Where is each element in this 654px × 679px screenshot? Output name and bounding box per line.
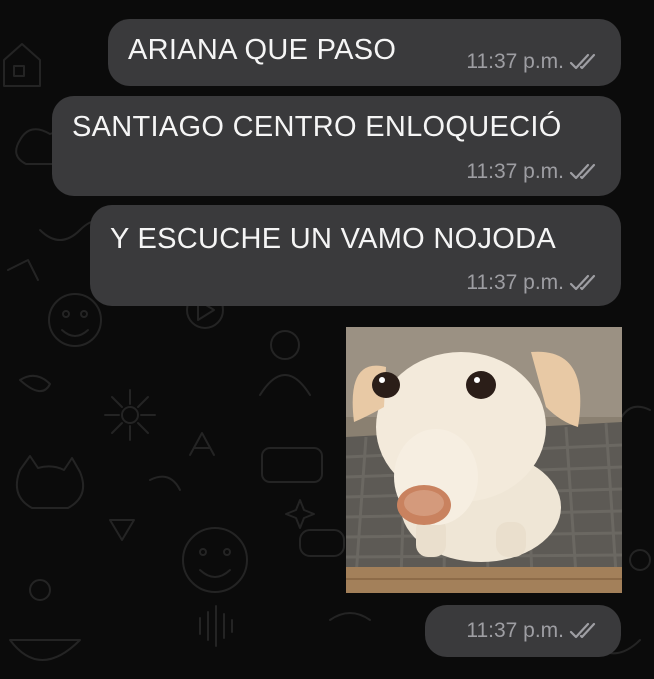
image-meta-bubble: 11:37 p.m. — [425, 605, 621, 657]
double-check-icon — [569, 53, 596, 70]
dog-photo[interactable] — [346, 327, 622, 593]
message-text: SANTIAGO CENTRO ENLOQUECIÓ — [72, 111, 562, 143]
message-bubble[interactable]: Y ESCUCHE UN VAMO NOJODA 11:37 p.m. — [90, 205, 621, 306]
message-time: 11:37 p.m. — [466, 619, 564, 642]
dog-illustration — [346, 327, 622, 593]
double-check-icon — [569, 622, 596, 639]
message-meta: 11:37 p.m. — [466, 50, 601, 74]
message-time: 11:37 p.m. — [466, 271, 564, 294]
message-meta: 11:37 p.m. — [466, 160, 601, 184]
message-bubble[interactable]: ARIANA QUE PASO 11:37 p.m. — [108, 19, 621, 86]
double-check-icon — [569, 274, 596, 291]
message-time: 11:37 p.m. — [466, 50, 564, 73]
message-meta: 11:37 p.m. — [466, 271, 601, 295]
message-text: ARIANA QUE PASO — [128, 34, 397, 66]
message-text: Y ESCUCHE UN VAMO NOJODA — [110, 223, 557, 255]
message-time: 11:37 p.m. — [466, 160, 564, 183]
double-check-icon — [569, 163, 596, 180]
message-meta: 11:37 p.m. — [466, 619, 601, 643]
message-bubble[interactable]: SANTIAGO CENTRO ENLOQUECIÓ 11:37 p.m. — [52, 96, 621, 196]
